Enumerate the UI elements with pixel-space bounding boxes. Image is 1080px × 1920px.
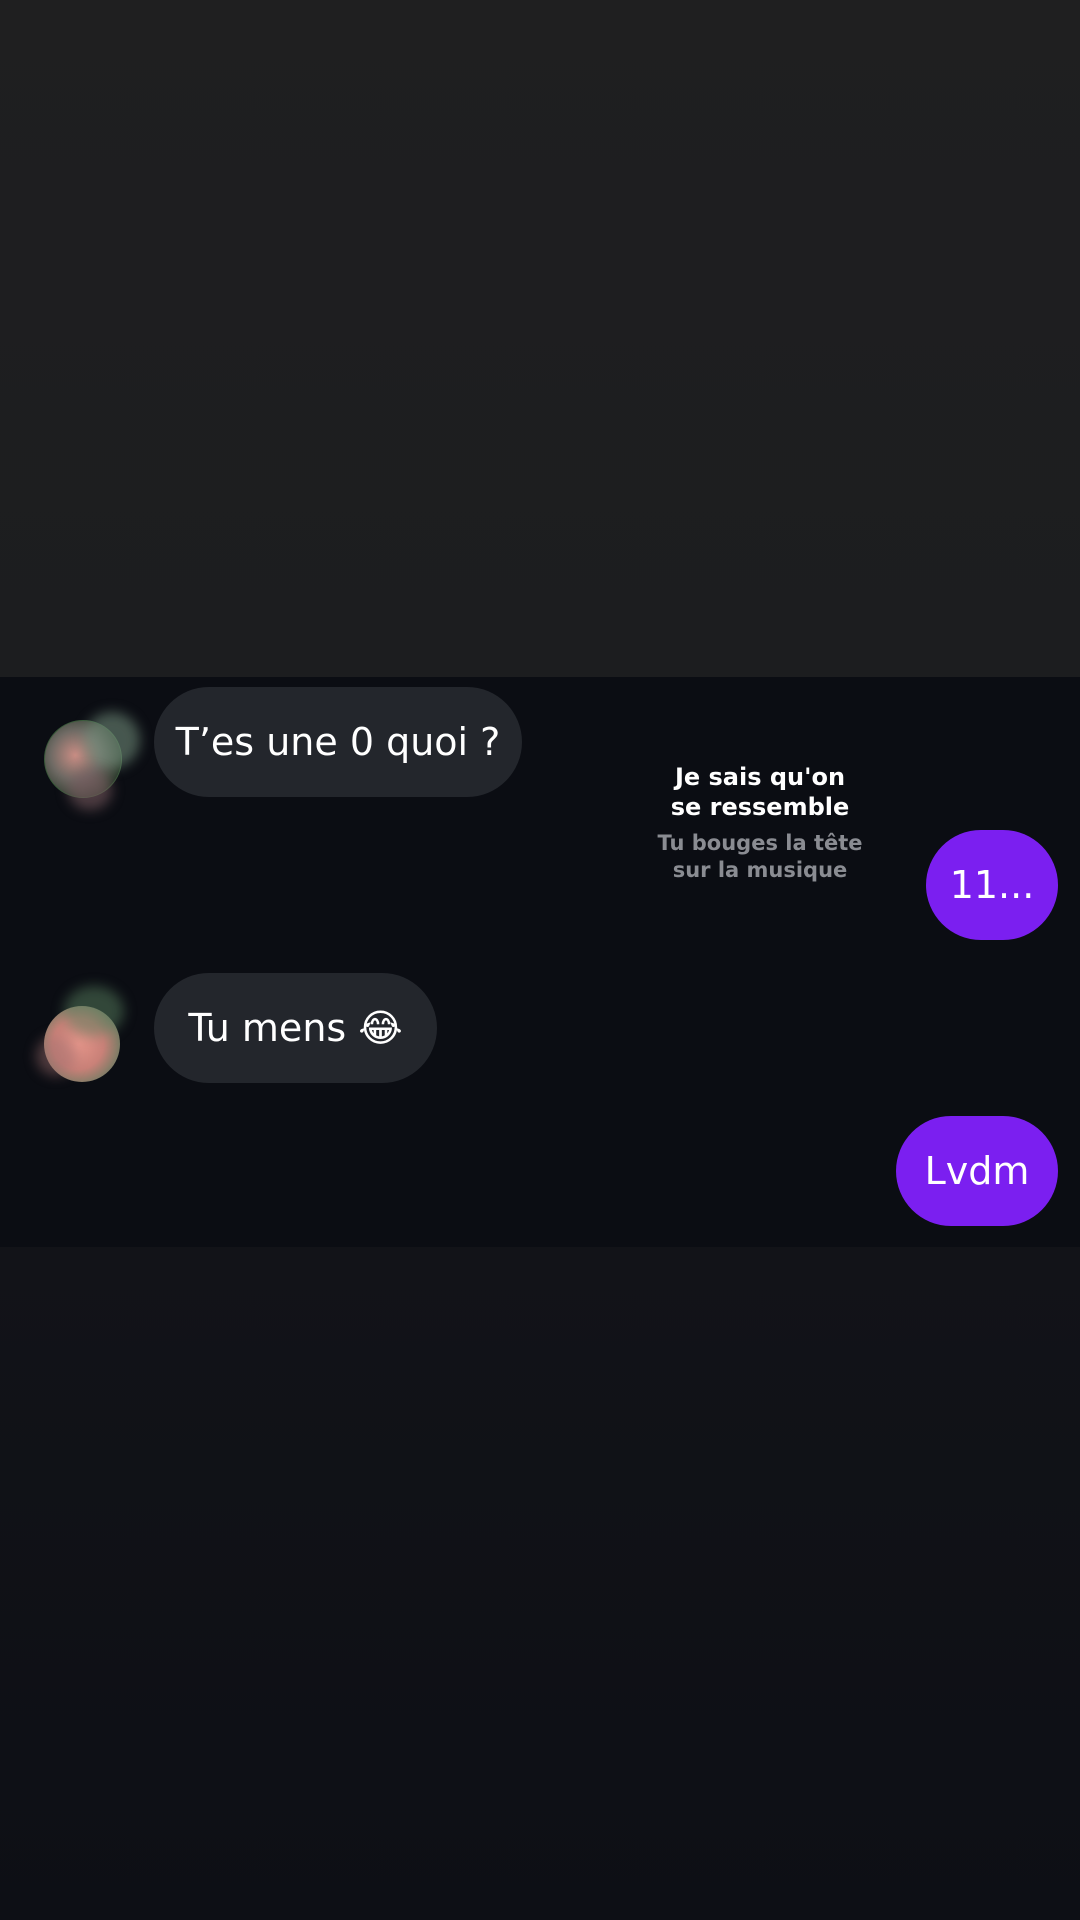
message-bubble-outgoing[interactable]: 11... — [926, 830, 1058, 940]
chat-screen: T’es une 0 quoi ? Je sais qu'on se resse… — [0, 0, 1080, 1920]
message-bubble-incoming[interactable]: T’es une 0 quoi ? — [154, 687, 522, 797]
bottom-blurred-area — [0, 1247, 1080, 1920]
message-text: 11... — [949, 863, 1035, 907]
message-bubble-incoming[interactable]: Tu mens 😂 — [154, 973, 437, 1083]
song-subtitle: Tu bouges la tête sur la musique — [657, 831, 863, 882]
message-text: Lvdm — [924, 1149, 1030, 1193]
message-bubble-outgoing[interactable]: Lvdm — [896, 1116, 1058, 1226]
message-text: T’es une 0 quoi ? — [175, 720, 501, 764]
message-text: Tu mens 😂 — [188, 1006, 403, 1050]
shared-song-card[interactable]: Je sais qu'on se ressemble Tu bouges la … — [620, 762, 900, 884]
song-title: Je sais qu'on se ressemble — [670, 763, 850, 821]
sender-avatar[interactable] — [36, 986, 124, 1082]
top-blurred-area — [0, 0, 1080, 677]
sender-avatar[interactable] — [44, 712, 140, 810]
